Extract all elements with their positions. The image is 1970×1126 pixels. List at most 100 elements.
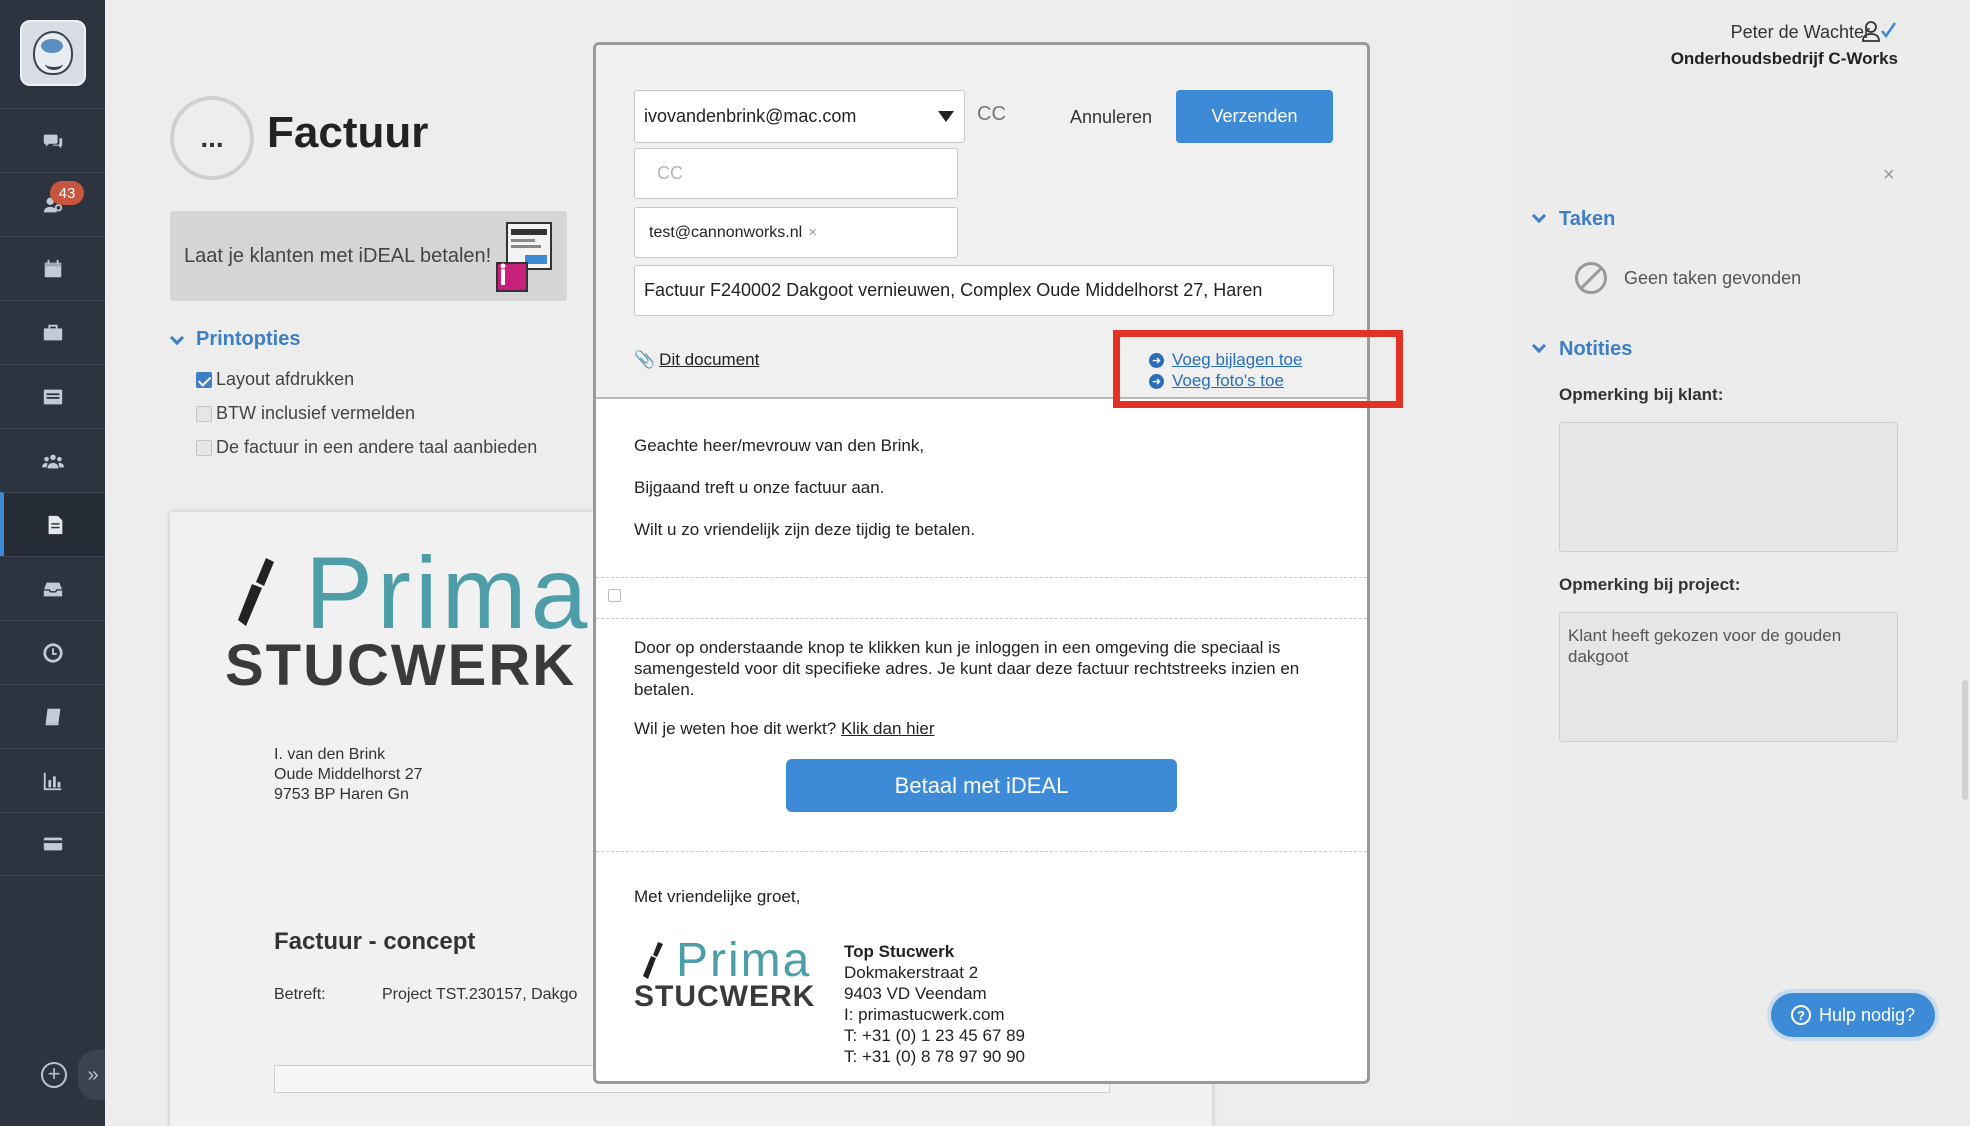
- subject-input[interactable]: Factuur F240002 Dakgoot vernieuwen, Comp…: [634, 265, 1334, 316]
- layout-print-checkbox[interactable]: [196, 372, 212, 388]
- divider: [596, 618, 1367, 619]
- sidebar-item-time[interactable]: [0, 620, 105, 684]
- bcc-input[interactable]: test@cannonworks.nl ×: [634, 207, 958, 258]
- close-icon[interactable]: ×: [1883, 164, 1895, 187]
- calendar-icon: [44, 259, 61, 277]
- note-client-field[interactable]: [1559, 422, 1898, 552]
- document-icon: [48, 515, 62, 534]
- checkbox[interactable]: [608, 589, 621, 602]
- inbox-icon: [43, 582, 62, 596]
- credit-card-icon: [43, 837, 62, 851]
- chart-icon: [43, 772, 61, 790]
- notification-badge: 43: [50, 181, 84, 205]
- paperclip-icon: 📎: [634, 350, 656, 369]
- sidebar-item-list[interactable]: [0, 364, 105, 428]
- cc-toggle[interactable]: CC: [977, 103, 1006, 126]
- signature-phone: T: +31 (0) 8 78 97 90 90: [844, 1047, 1025, 1066]
- back-button[interactable]: ...: [170, 96, 254, 180]
- other-language-checkbox[interactable]: [196, 440, 212, 456]
- sidebar-item-payments[interactable]: [0, 812, 105, 876]
- page-title: Factuur: [267, 108, 429, 157]
- invoice-heading: Factuur - concept: [274, 928, 476, 955]
- send-button[interactable]: Verzenden: [1176, 90, 1333, 143]
- right-panel: [1505, 0, 1970, 1126]
- signature-company: Top Stucwerk: [844, 942, 955, 961]
- note-project-label: Opmerking bij project:: [1559, 575, 1741, 594]
- sidebar-item-calendar[interactable]: [0, 236, 105, 300]
- sidebar-item-invoices[interactable]: [0, 492, 105, 556]
- pay-ideal-button[interactable]: Betaal met iDEAL: [786, 759, 1177, 812]
- invoice-logo-stucwerk: STUCWERK: [225, 633, 577, 698]
- address-line: 9753 BP Haren Gn: [274, 786, 409, 803]
- remove-tag-icon[interactable]: ×: [808, 224, 817, 241]
- sidebar-item-clients[interactable]: 43: [0, 172, 105, 236]
- sidebar-item-inbox[interactable]: [0, 556, 105, 620]
- trowel-icon: [238, 558, 274, 626]
- note-client-label: Opmerking bij klant:: [1559, 385, 1724, 404]
- expand-sidebar-icon[interactable]: »: [78, 1050, 108, 1100]
- portal-text: Door op onderstaande knop te klikken kun…: [634, 638, 1300, 699]
- team-icon: [41, 454, 64, 468]
- company-name: Onderhoudsbedrijf C-Works: [1670, 49, 1898, 68]
- vat-inclusive-checkbox[interactable]: [196, 406, 212, 422]
- email-modal: ivovandenbrink@mac.com CC Annuleren Verz…: [593, 42, 1370, 1084]
- chat-icon: [43, 134, 62, 148]
- print-option-label: BTW inclusief vermelden: [216, 403, 416, 423]
- how-text: Wil je weten hoe dit werkt?: [634, 719, 837, 738]
- list-icon: [43, 389, 62, 404]
- print-option-label: Layout afdrukken: [216, 369, 355, 389]
- attachment-link[interactable]: 📎 Dit document: [634, 350, 759, 370]
- email-greeting: Geachte heer/mevrouw van den Brink,: [634, 436, 925, 455]
- sidebar: 43 + »: [0, 0, 108, 1126]
- cancel-button[interactable]: Annuleren: [1070, 107, 1152, 128]
- notes-title[interactable]: Notities: [1559, 338, 1632, 361]
- how-it-works: Wil je weten hoe dit werkt? Klik dan hie…: [634, 719, 935, 739]
- trowel-icon: [643, 942, 663, 979]
- tasks-title[interactable]: Taken: [1559, 208, 1615, 231]
- sidebar-item-chat[interactable]: [0, 108, 105, 172]
- email-closing: Met vriendelijke groet,: [634, 887, 801, 906]
- briefcase-icon: [43, 324, 62, 340]
- address-line: Oude Middelhorst 27: [274, 766, 423, 783]
- signature-web: I: primastucwerk.com: [844, 1005, 1005, 1024]
- help-button[interactable]: ? Hulp nodig?: [1771, 993, 1935, 1037]
- sidebar-item-reports[interactable]: [0, 748, 105, 812]
- betreft-label: Betreft:: [274, 986, 326, 1003]
- invoice-address: I. van den Brink Oude Middelhorst 27 975…: [274, 745, 423, 805]
- ban-icon: [1575, 262, 1607, 294]
- signature-logo-stucwerk: STUCWERK: [634, 980, 816, 1013]
- question-icon: ?: [1790, 1005, 1811, 1025]
- to-value: ivovandenbrink@mac.com: [644, 106, 857, 126]
- caret-down-icon: [938, 111, 954, 122]
- ideal-payment-icon: [496, 222, 552, 292]
- mascot-icon: [33, 31, 73, 75]
- no-tasks-text: Geen taken gevonden: [1624, 268, 1802, 288]
- signature-details: Top Stucwerk Dokmakerstraat 2 9403 VD Ve…: [844, 941, 1025, 1067]
- email-line: Wilt u zo vriendelijk zijn deze tijdig t…: [634, 520, 976, 539]
- signature-phone: T: +31 (0) 1 23 45 67 89: [844, 1026, 1025, 1045]
- book-icon: [45, 708, 60, 725]
- print-options-title[interactable]: Printopties: [196, 328, 300, 351]
- clock-icon: [42, 642, 63, 663]
- user-verified-icon: [1862, 21, 1896, 42]
- click-here-link[interactable]: Klik dan hier: [841, 719, 935, 738]
- note-project-field[interactable]: Klant heeft gekozen voor de gouden dakgo…: [1559, 612, 1898, 742]
- print-option-label: De factuur in een andere taal aanbieden: [216, 437, 538, 457]
- app-logo[interactable]: [20, 20, 86, 86]
- cc-input[interactable]: CC: [634, 148, 958, 199]
- betreft-value: Project TST.230157, Dakgo: [382, 986, 578, 1003]
- attachment-label: Dit document: [659, 350, 760, 369]
- signature-city: 9403 VD Veendam: [844, 984, 987, 1003]
- divider: [596, 577, 1367, 578]
- sidebar-item-knowledge[interactable]: [0, 684, 105, 748]
- ideal-promo-banner[interactable]: Laat je klanten met iDEAL betalen!: [170, 211, 567, 301]
- sidebar-item-projects[interactable]: [0, 300, 105, 364]
- signature-street: Dokmakerstraat 2: [844, 963, 979, 982]
- email-line: Bijgaand treft u onze factuur aan.: [634, 478, 885, 497]
- address-line: I. van den Brink: [274, 746, 386, 763]
- add-icon[interactable]: +: [41, 1062, 67, 1088]
- to-select[interactable]: ivovandenbrink@mac.com: [634, 90, 965, 143]
- user-name[interactable]: Peter de Wachter: [1731, 22, 1870, 43]
- sidebar-item-team[interactable]: [0, 428, 105, 492]
- scrollbar[interactable]: [1962, 680, 1968, 800]
